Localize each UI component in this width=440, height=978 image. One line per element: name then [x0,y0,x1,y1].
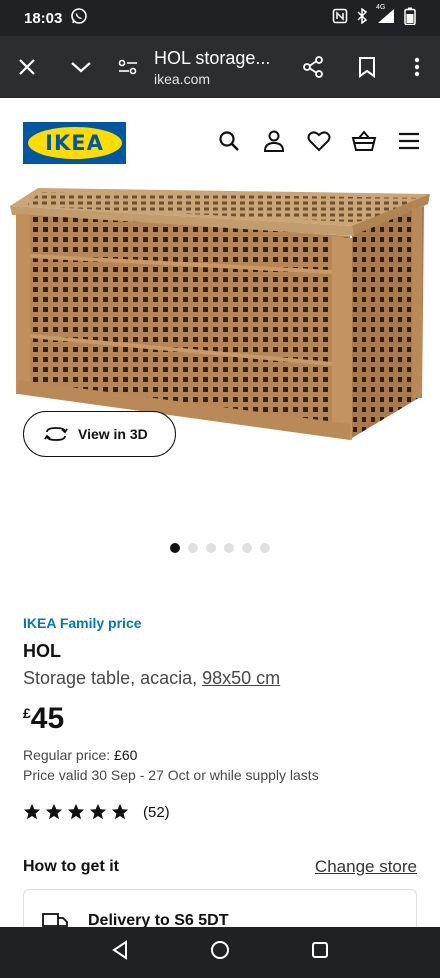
chevron-down-icon [71,62,91,73]
back-triangle-icon [111,940,127,960]
search-button[interactable] [216,128,242,154]
ikea-logo[interactable]: IKEA [23,122,126,164]
bluetooth-icon [356,7,368,28]
review-count: (52) [143,803,170,821]
tune-icon [118,59,137,75]
status-icons: 4G [332,4,416,29]
regular-price-label: Regular price: [23,747,115,763]
more-vertical-icon [414,57,420,77]
star-icon [111,803,129,820]
more-options-button[interactable] [394,36,440,98]
product-price: £45 [23,702,64,736]
regular-price: Regular price: £60 [23,747,137,763]
view-in-3d-button[interactable]: View in 3D [23,411,176,457]
rating[interactable]: (52) [23,803,170,821]
basket-button[interactable] [351,128,377,154]
star-icon [23,803,41,820]
family-price-label: IKEA Family price [23,615,142,631]
logo-oval: IKEA [27,127,122,159]
star-icon [67,803,85,820]
share-button[interactable] [286,36,340,98]
user-icon [263,130,285,152]
recents-square-icon [312,942,329,958]
site-settings-button[interactable] [108,36,148,98]
product-image[interactable] [0,184,440,444]
header-icons [216,128,422,154]
home-button[interactable] [210,940,230,965]
star-icon [45,803,63,820]
carousel-dot[interactable] [224,543,234,553]
price-currency: £ [23,705,31,721]
bookmark-button[interactable] [340,36,394,98]
rotate-3d-icon [44,427,68,441]
search-icon [219,131,239,151]
carousel-dot[interactable] [242,543,252,553]
view-in-3d-label: View in 3D [78,426,148,442]
status-bar: 18:03 4G [0,0,440,36]
signal-icon: 4G [376,4,396,28]
carousel-dot[interactable] [206,543,216,553]
carousel-dot[interactable] [188,543,198,553]
change-store-link[interactable]: Change store [315,857,417,877]
logo-text: IKEA [45,131,104,155]
wishlist-button[interactable] [306,128,332,154]
heart-icon [307,131,331,152]
hamburger-menu-icon [399,132,419,150]
whatsapp-icon [70,7,88,29]
carousel-dot[interactable] [170,543,180,553]
close-icon [19,59,35,75]
product-size-link[interactable]: 98x50 cm [202,668,280,688]
account-button[interactable] [261,128,287,154]
regular-price-value: £60 [114,747,138,763]
how-to-get-it-heading: How to get it [23,858,119,875]
star-icon [89,803,107,820]
status-time: 18:03 [24,9,63,27]
page-title-area[interactable]: HOL storage... ikea.com [154,48,286,87]
battery-icon [404,7,416,29]
product-type: Storage table, acacia, [23,668,203,688]
image-carousel-dots [0,543,440,553]
nfc-icon [332,8,348,28]
bookmark-icon [359,57,375,78]
system-nav-bar [0,927,440,978]
back-button[interactable] [111,940,129,965]
price-validity: Price valid 30 Sep - 27 Oct or while sup… [23,767,319,783]
product-name: HOL [23,641,61,661]
carousel-dot[interactable] [260,543,270,553]
browser-url: ikea.com [154,70,211,87]
network-type: 4G [376,4,386,11]
basket-icon [351,130,377,151]
home-circle-icon [210,941,229,959]
browser-toolbar: HOL storage... ikea.com [0,36,440,98]
site-header: IKEA [0,98,440,188]
recents-button[interactable] [311,941,329,964]
browser-page-title: HOL storage... [154,47,271,68]
product-description: Storage table, acacia, 98x50 cm [23,668,280,689]
close-tab-button[interactable] [0,36,54,98]
menu-button[interactable] [396,128,422,154]
share-icon [303,56,323,78]
minimize-button[interactable] [54,36,108,98]
price-amount: 45 [30,702,65,735]
